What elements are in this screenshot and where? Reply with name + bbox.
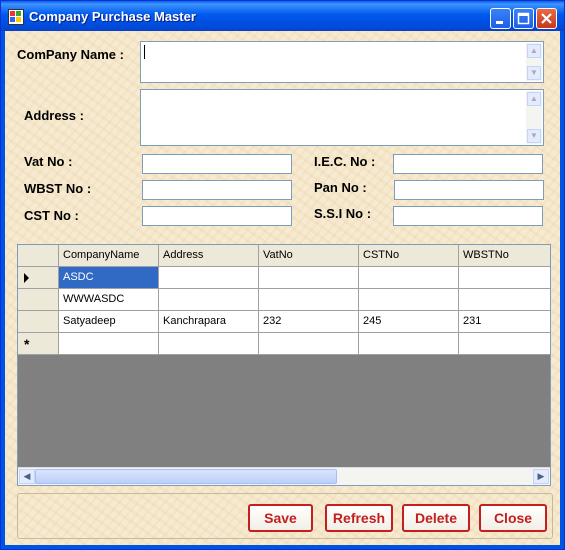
- table-row[interactable]: ASDC: [18, 267, 550, 289]
- row-header-corner[interactable]: [18, 245, 59, 267]
- current-row-arrow-icon: [24, 273, 29, 283]
- form-client-area: ComPany Name : ▲ ▼ Address : ▲ ▼ Vat No …: [5, 31, 560, 545]
- vat-no-label: Vat No :: [24, 154, 73, 169]
- text-caret: [144, 45, 145, 59]
- new-row-asterisk-icon: *: [24, 336, 30, 352]
- company-purchase-master-window: Company Purchase Master ComPany Name : ▲…: [0, 0, 565, 550]
- pan-no-field[interactable]: [394, 180, 544, 200]
- minimize-button[interactable]: [490, 8, 511, 29]
- ssi-no-label: S.S.I No :: [314, 206, 372, 221]
- column-header-wbstno[interactable]: WBSTNo: [459, 245, 550, 267]
- maximize-button[interactable]: [513, 8, 534, 29]
- table-cell[interactable]: ASDC: [59, 267, 159, 289]
- table-cell[interactable]: WWWASDC: [59, 289, 159, 311]
- table-row[interactable]: Satyadeep Kanchrapara 232 245 231: [18, 311, 550, 333]
- table-cell[interactable]: [359, 289, 459, 311]
- save-button[interactable]: Save: [248, 504, 313, 532]
- cst-no-field[interactable]: [142, 206, 292, 226]
- iec-no-label: I.E.C. No :: [314, 154, 376, 169]
- table-cell[interactable]: Kanchrapara: [159, 311, 259, 333]
- address-label: Address :: [24, 108, 84, 123]
- table-row[interactable]: WWWASDC: [18, 289, 550, 311]
- column-header-companyname[interactable]: CompanyName: [59, 245, 159, 267]
- row-header[interactable]: [18, 311, 59, 333]
- row-header[interactable]: *: [18, 333, 59, 355]
- wbst-no-field[interactable]: [142, 180, 292, 200]
- table-cell[interactable]: [459, 289, 550, 311]
- table-cell[interactable]: 232: [259, 311, 359, 333]
- table-cell[interactable]: [359, 267, 459, 289]
- row-header[interactable]: [18, 267, 59, 289]
- table-cell[interactable]: [459, 267, 550, 289]
- vat-no-field[interactable]: [142, 154, 292, 174]
- grid-horizontal-scrollbar[interactable]: ◀ ▶: [18, 467, 550, 485]
- wbst-no-label: WBST No :: [24, 181, 92, 196]
- table-cell[interactable]: [359, 333, 459, 355]
- scroll-up-icon[interactable]: ▲: [527, 44, 541, 58]
- scroll-up-icon[interactable]: ▲: [527, 92, 541, 106]
- table-cell[interactable]: 245: [359, 311, 459, 333]
- table-cell[interactable]: 231: [459, 311, 550, 333]
- scroll-right-icon[interactable]: ▶: [533, 469, 549, 484]
- company-name-field[interactable]: ▲ ▼: [140, 41, 544, 83]
- table-cell[interactable]: [159, 333, 259, 355]
- close-icon: [541, 13, 552, 24]
- cst-no-label: CST No :: [24, 208, 79, 223]
- delete-button[interactable]: Delete: [402, 504, 470, 532]
- table-cell[interactable]: [59, 333, 159, 355]
- scroll-down-icon[interactable]: ▼: [527, 66, 541, 80]
- column-header-address[interactable]: Address: [159, 245, 259, 267]
- pan-no-label: Pan No :: [314, 180, 367, 195]
- maximize-icon: [517, 12, 530, 25]
- company-data-grid[interactable]: CompanyName Address VatNo CSTNo WBSTNo A…: [17, 244, 551, 486]
- refresh-button[interactable]: Refresh: [325, 504, 393, 532]
- ssi-no-field[interactable]: [393, 206, 543, 226]
- window-title: Company Purchase Master: [29, 9, 196, 24]
- company-name-label: ComPany Name :: [17, 47, 124, 62]
- close-window-button[interactable]: [536, 8, 557, 29]
- table-cell[interactable]: [159, 289, 259, 311]
- table-cell[interactable]: [259, 333, 359, 355]
- address-field[interactable]: ▲ ▼: [140, 89, 544, 146]
- column-header-vatno[interactable]: VatNo: [259, 245, 359, 267]
- table-cell[interactable]: Satyadeep: [59, 311, 159, 333]
- table-cell[interactable]: [259, 289, 359, 311]
- address-scrollbar[interactable]: ▲ ▼: [526, 91, 542, 144]
- company-name-scrollbar[interactable]: ▲ ▼: [526, 43, 542, 81]
- row-header[interactable]: [18, 289, 59, 311]
- iec-no-field[interactable]: [393, 154, 543, 174]
- table-cell[interactable]: [459, 333, 550, 355]
- grid-header-row: CompanyName Address VatNo CSTNo WBSTNo: [18, 245, 550, 267]
- minimize-icon: [496, 21, 503, 24]
- scroll-left-icon[interactable]: ◀: [19, 469, 35, 484]
- title-bar[interactable]: Company Purchase Master: [1, 1, 564, 31]
- table-cell[interactable]: [259, 267, 359, 289]
- new-row[interactable]: *: [18, 333, 550, 355]
- scroll-down-icon[interactable]: ▼: [527, 129, 541, 143]
- close-button[interactable]: Close: [479, 504, 547, 532]
- column-header-cstno[interactable]: CSTNo: [359, 245, 459, 267]
- scrollbar-thumb[interactable]: [35, 469, 337, 484]
- app-icon: [8, 9, 24, 25]
- table-cell[interactable]: [159, 267, 259, 289]
